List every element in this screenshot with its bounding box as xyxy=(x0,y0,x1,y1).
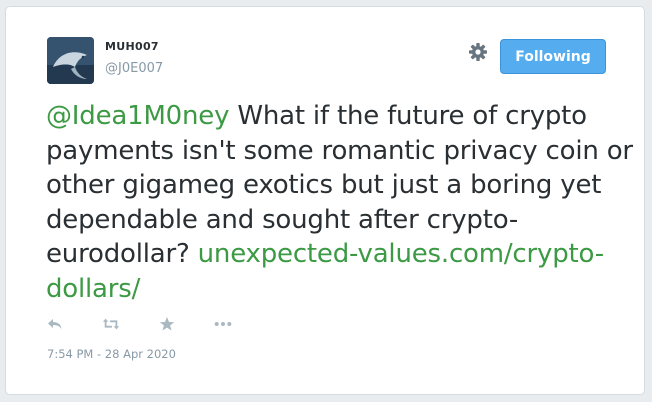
gear-icon[interactable] xyxy=(467,41,489,63)
author-name[interactable]: MUH007 xyxy=(105,40,159,53)
star-icon[interactable] xyxy=(158,315,176,333)
avatar[interactable] xyxy=(47,37,94,84)
following-button[interactable]: Following xyxy=(500,39,606,74)
mention-link[interactable]: @Idea1M0ney xyxy=(46,101,229,131)
tweet-card: MUH007 @J0E007 Following @Idea1M0ney Wha… xyxy=(5,6,645,395)
retweet-icon[interactable] xyxy=(102,315,120,333)
reply-icon[interactable] xyxy=(46,315,64,333)
tweet-text: @Idea1M0ney What if the future of crypto… xyxy=(46,99,638,307)
avatar-image xyxy=(47,37,94,84)
author-handle[interactable]: @J0E007 xyxy=(105,61,163,76)
action-bar xyxy=(46,315,270,333)
tweet-timestamp[interactable]: 7:54 PM - 28 Apr 2020 xyxy=(47,347,176,361)
more-icon[interactable] xyxy=(214,315,232,333)
